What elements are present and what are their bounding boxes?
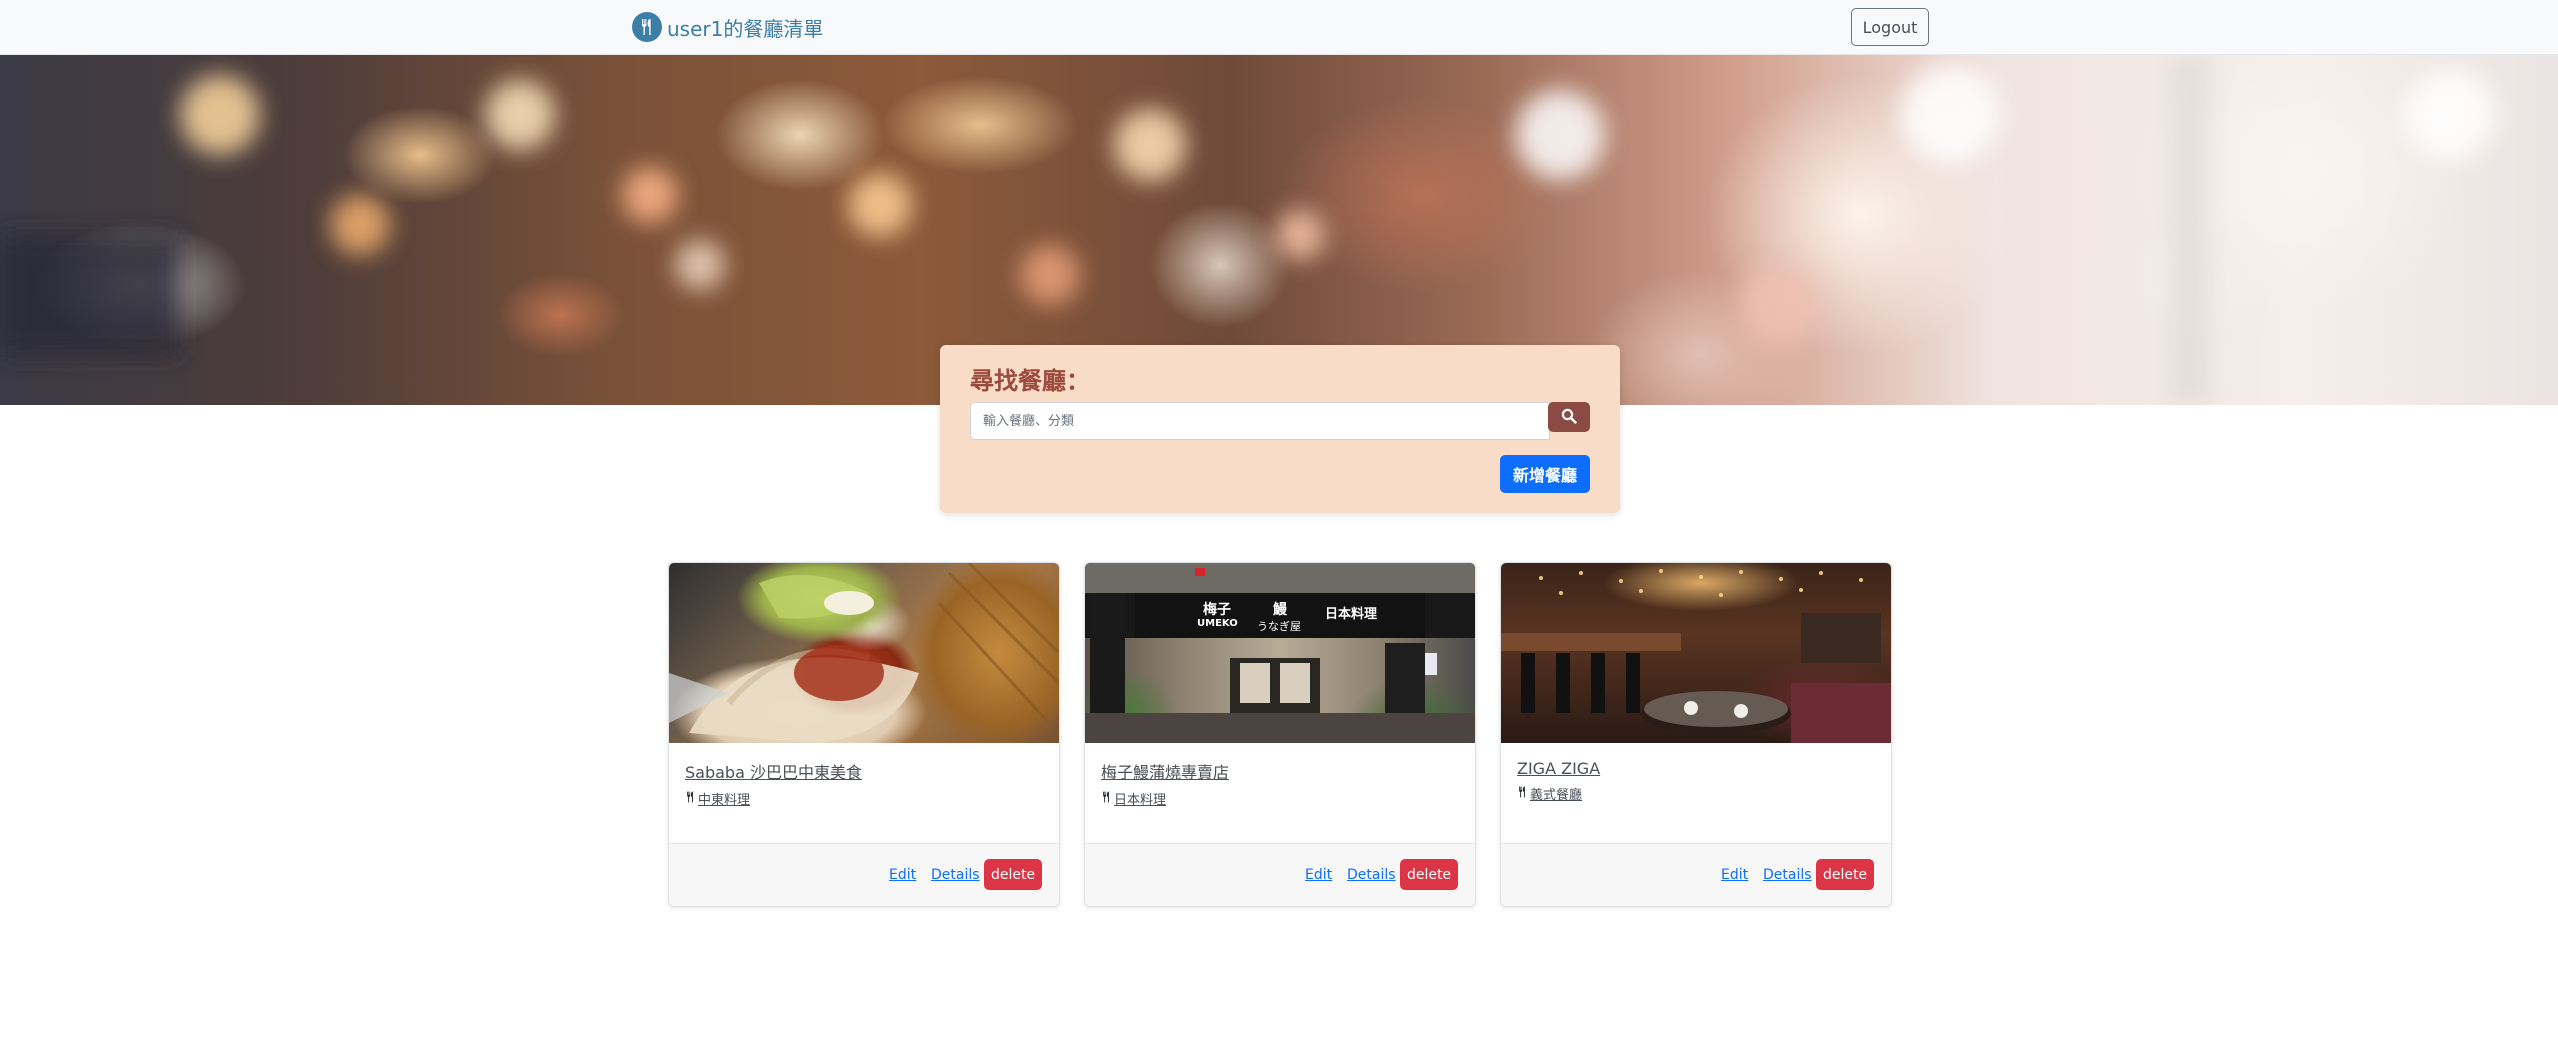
restaurant-name-link[interactable]: ZIGA ZIGA <box>1517 759 1875 778</box>
delete-button[interactable]: delete <box>1400 859 1458 890</box>
restaurant-card: ZIGA ZIGA 義式餐廳 Edit Details delete <box>1500 562 1892 907</box>
card-body: ZIGA ZIGA 義式餐廳 <box>1501 743 1891 843</box>
restaurant-category: 中東料理 <box>685 789 1043 808</box>
restaurant-category: 日本料理 <box>1101 789 1459 808</box>
search-input[interactable] <box>970 402 1550 440</box>
navbar: user1的餐廳清單 Logout <box>0 0 2558 55</box>
delete-button[interactable]: delete <box>984 859 1042 890</box>
delete-button[interactable]: delete <box>1816 859 1874 890</box>
restaurant-category: 義式餐廳 <box>1517 784 1875 803</box>
restaurant-card: Sababa 沙巴巴中東美食 中東料理 Edit Details delete <box>668 562 1060 907</box>
add-restaurant-button[interactable]: 新增餐廳 <box>1500 455 1590 493</box>
sign-text: うなぎ屋 <box>1257 620 1301 633</box>
sign-text: 梅子 <box>1203 602 1231 618</box>
search-title: 尋找餐廳： <box>970 367 1090 395</box>
sign-text: 鰻 <box>1273 602 1287 618</box>
details-link[interactable]: Details <box>1763 867 1812 883</box>
details-link[interactable]: Details <box>931 867 980 883</box>
card-body: 梅子鰻蒲燒專賣店 日本料理 <box>1085 743 1475 843</box>
restaurant-image[interactable] <box>1501 563 1891 743</box>
card-footer: Edit Details delete <box>1085 843 1475 906</box>
logout-button[interactable]: Logout <box>1851 8 1929 46</box>
restaurant-image[interactable] <box>669 563 1059 743</box>
utensils-icon <box>1517 786 1528 802</box>
search-icon <box>1561 408 1577 427</box>
category-label[interactable]: 日本料理 <box>1114 789 1166 808</box>
storefront-photo <box>1085 563 1475 743</box>
card-footer: Edit Details delete <box>1501 843 1891 906</box>
category-label[interactable]: 義式餐廳 <box>1530 784 1582 803</box>
restaurant-card: 梅子 UMEKO 鰻 うなぎ屋 日本料理 梅子鰻蒲燒專賣店 日本料理 Edit … <box>1084 562 1476 907</box>
dining-room-photo <box>1501 569 1891 743</box>
sign-text: 日本料理 <box>1325 607 1378 622</box>
card-footer: Edit Details delete <box>669 843 1059 906</box>
search-panel: 尋找餐廳： 新增餐廳 <box>940 345 1620 513</box>
restaurant-name-link[interactable]: Sababa 沙巴巴中東美食 <box>685 759 1043 783</box>
edit-link[interactable]: Edit <box>1305 867 1332 883</box>
utensils-icon <box>1101 791 1112 807</box>
food-photo <box>669 563 1059 743</box>
card-body: Sababa 沙巴巴中東美食 中東料理 <box>669 743 1059 843</box>
utensils-icon <box>632 12 662 42</box>
brand-title: user1的餐廳清單 <box>667 16 824 41</box>
restaurant-name-link[interactable]: 梅子鰻蒲燒專賣店 <box>1101 759 1459 783</box>
category-label[interactable]: 中東料理 <box>698 789 750 808</box>
edit-link[interactable]: Edit <box>1721 867 1748 883</box>
brand-link[interactable]: user1的餐廳清單 <box>632 12 823 42</box>
sign-text: UMEKO <box>1197 618 1238 629</box>
search-button[interactable] <box>1548 402 1590 432</box>
edit-link[interactable]: Edit <box>889 867 916 883</box>
utensils-icon <box>685 791 696 807</box>
restaurant-image[interactable]: 梅子 UMEKO 鰻 うなぎ屋 日本料理 <box>1085 563 1475 743</box>
details-link[interactable]: Details <box>1347 867 1396 883</box>
